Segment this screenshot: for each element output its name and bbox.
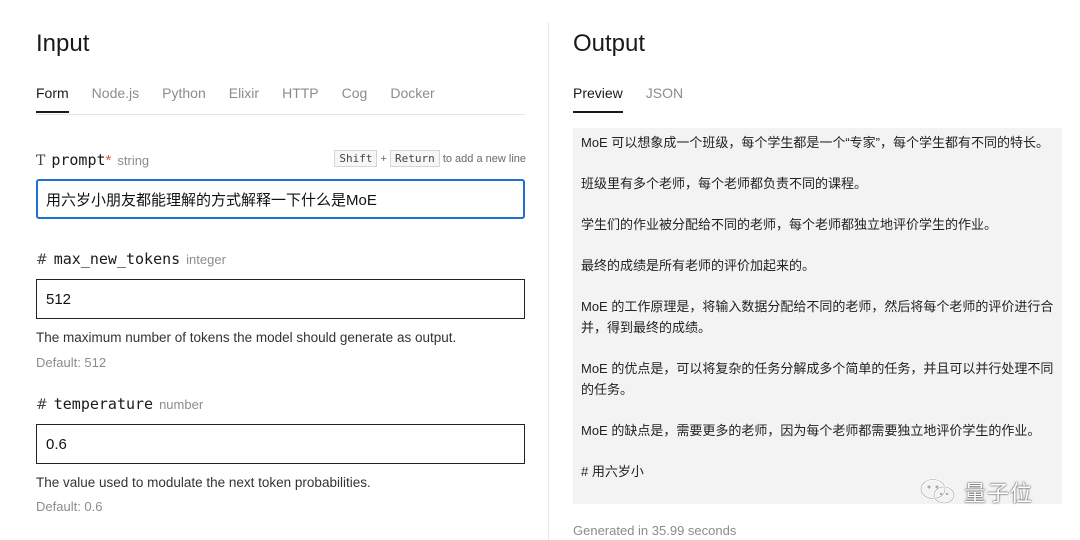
prompt-input[interactable]: 用六岁小朋友都能理解的方式解释一下什么是MoE [36,179,525,219]
input-panel: Input Form Node.js Python Elixir HTTP Co… [36,0,526,540]
number-type-icon: # [36,252,48,268]
tab-python[interactable]: Python [162,85,206,113]
output-paragraph: MoE 的优点是，可以将复杂的任务分解成多个简单的任务，并且可以并行处理不同的任… [581,361,1054,397]
generation-time: Generated in 35.99 seconds [573,523,737,538]
input-title: Input [36,30,90,57]
prompt-label: Tprompt* string [36,151,149,169]
watermark-text: 量子位 [964,481,1034,506]
temperature-default: Default: 0.6 [36,499,103,514]
text-type-icon: T [36,153,46,169]
max-new-tokens-default: Default: 512 [36,355,107,370]
tab-http[interactable]: HTTP [282,85,319,113]
temperature-type: number [159,397,204,412]
tab-form[interactable]: Form [36,85,69,113]
max-new-tokens-label: # max_new_tokens integer [36,250,226,268]
max-new-tokens-input[interactable]: 512 [36,279,525,319]
temperature-name: temperature [53,395,154,413]
output-paragraph: MoE 的缺点是，需要更多的老师，因为每个老师都需要独立地评价学生的作业。 [581,423,1041,438]
output-paragraph: 班级里有多个老师，每个老师都负责不同的课程。 [581,176,868,191]
temperature-description: The value used to modulate the next toke… [36,475,371,490]
watermark: 量子位 [918,476,1033,508]
output-paragraph: MoE 可以想象成一个班级，每个学生都是一个“专家”，每个学生都有不同的特长。 [581,135,1050,150]
tab-elixir[interactable]: Elixir [229,85,259,113]
number-type-icon: # [36,397,48,413]
shift-key: Shift [334,150,378,167]
output-title: Output [573,30,646,57]
tabs-divider [36,114,525,115]
tab-preview[interactable]: Preview [573,85,623,113]
output-paragraph: 最终的成绩是所有老师的评价加起来的。 [581,258,816,273]
newline-hint: Shift + Return to add a new line [334,150,526,167]
max-new-tokens-name: max_new_tokens [53,250,181,268]
output-panel: Output Preview JSON MoE 可以想象成一个班级，每个学生都是… [573,0,1063,540]
required-mark: * [105,152,112,169]
tab-json[interactable]: JSON [646,85,683,113]
output-tabs: Preview JSON [573,85,706,113]
prompt-type: string [117,153,150,168]
output-paragraph: 学生们的作业被分配给不同的老师，每个老师都独立地评价学生的作业。 [581,217,998,232]
tab-docker[interactable]: Docker [390,85,434,113]
input-tabs: Form Node.js Python Elixir HTTP Cog Dock… [36,85,458,113]
prompt-name: prompt [51,151,106,169]
tab-cog[interactable]: Cog [342,85,368,113]
max-new-tokens-description: The maximum number of tokens the model s… [36,330,457,345]
max-new-tokens-type: integer [186,252,226,267]
output-preview[interactable]: MoE 可以想象成一个班级，每个学生都是一个“专家”，每个学生都有不同的特长。 … [573,128,1062,504]
wechat-icon [920,478,955,504]
output-paragraph: MoE 的工作原理是，将输入数据分配给不同的老师，然后将每个老师的评价进行合并，… [581,299,1054,335]
panel-divider [548,22,549,540]
temperature-input[interactable]: 0.6 [36,424,525,464]
temperature-label: # temperature number [36,395,203,413]
hint-text: to add a new line [442,153,526,165]
hint-plus: + [380,153,387,165]
return-key: Return [390,150,440,167]
tab-nodejs[interactable]: Node.js [92,85,139,113]
